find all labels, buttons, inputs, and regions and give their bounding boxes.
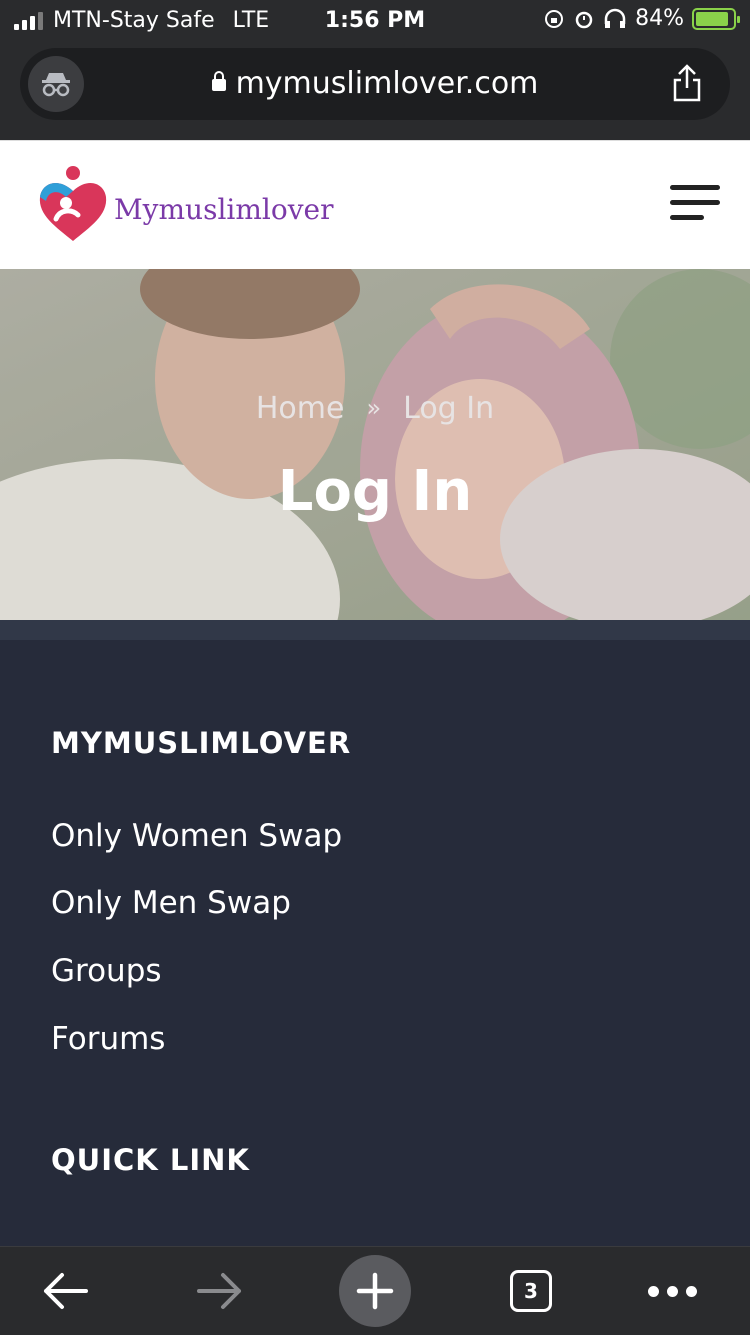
url-display[interactable]: mymuslimlover.com xyxy=(20,66,730,101)
breadcrumb-current: Log In xyxy=(403,391,495,426)
heart-logo-icon xyxy=(39,166,107,241)
new-tab-button[interactable] xyxy=(339,1247,411,1335)
tab-count: 3 xyxy=(510,1270,552,1312)
breadcrumb-home-link[interactable]: Home xyxy=(256,391,345,426)
browser-bottom-bar: 3 xyxy=(0,1246,750,1335)
address-bar[interactable]: mymuslimlover.com xyxy=(20,48,730,120)
footer-section-title: MYMUSLIMLOVER xyxy=(51,726,352,760)
footer-link-groups[interactable]: Groups xyxy=(51,953,162,989)
tab-switcher-button[interactable]: 3 xyxy=(505,1247,557,1335)
site-header: Mymuslimlover xyxy=(0,140,750,270)
hero-overlay xyxy=(0,269,750,620)
footer-link-forums[interactable]: Forums xyxy=(51,1021,165,1057)
lock-icon xyxy=(211,71,226,91)
arrow-left-icon xyxy=(44,1273,88,1309)
back-button[interactable] xyxy=(30,1247,100,1335)
logo-text: Mymuslimlover xyxy=(114,192,334,226)
share-icon[interactable] xyxy=(672,64,702,102)
alarm-icon xyxy=(575,11,593,28)
status-right: 84% xyxy=(543,6,740,31)
footer: MYMUSLIMLOVER Only Women Swap Only Men S… xyxy=(0,640,750,1246)
battery-percent: 84% xyxy=(635,6,684,31)
browser-toolbar: mymuslimlover.com xyxy=(0,42,750,140)
quick-link-title: QUICK LINK xyxy=(51,1143,250,1177)
site-logo[interactable]: Mymuslimlover xyxy=(36,163,334,243)
breadcrumb-separator: » xyxy=(366,394,382,422)
more-dots-icon xyxy=(647,1285,697,1297)
hero-banner: Home » Log In Log In xyxy=(0,269,750,620)
footer-link-only-women-swap[interactable]: Only Women Swap xyxy=(51,818,342,854)
footer-link-only-men-swap[interactable]: Only Men Swap xyxy=(51,885,291,921)
arrow-right-icon xyxy=(197,1273,241,1309)
headphones-icon xyxy=(604,8,626,28)
rotation-lock-icon xyxy=(545,9,564,28)
breadcrumb: Home » Log In xyxy=(0,391,750,426)
status-bar: MTN-Stay Safe LTE 1:56 PM 84% xyxy=(0,0,750,42)
forward-button[interactable] xyxy=(185,1247,255,1335)
section-divider xyxy=(0,620,750,640)
battery-icon xyxy=(692,7,740,30)
url-text: mymuslimlover.com xyxy=(235,66,539,101)
page-title: Log In xyxy=(277,459,473,524)
more-menu-button[interactable] xyxy=(640,1247,704,1335)
menu-icon[interactable] xyxy=(670,185,720,230)
plus-icon xyxy=(339,1255,411,1327)
